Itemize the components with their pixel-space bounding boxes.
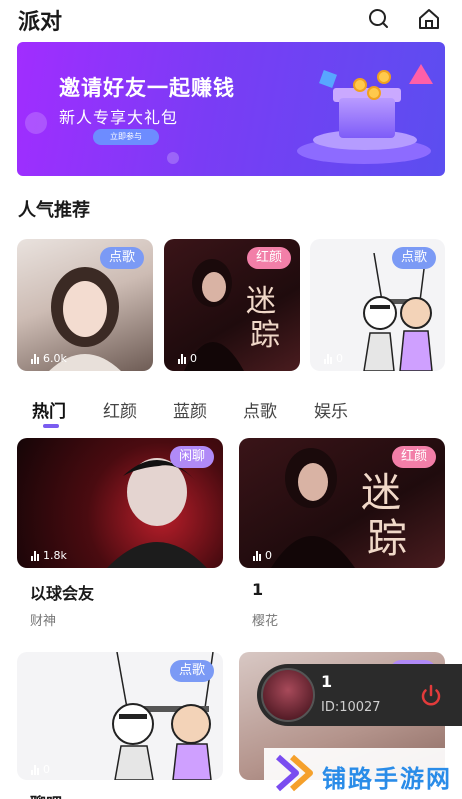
listener-count: 0 [178,352,197,365]
room-name[interactable]: 以球会友 [30,580,94,604]
room-avatar[interactable] [261,668,315,722]
bars-icon [31,764,39,775]
room-host: 财神 [30,614,57,629]
invite-banner[interactable]: 邀请好友一起赚钱 新人专享大礼包 立即参与 [17,42,445,176]
listener-count: 0 [324,352,343,365]
decor-triangle [409,64,433,84]
listener-count-value: 0 [336,352,343,365]
mini-player[interactable]: 1 ID:10027 [257,664,462,726]
tab-hot[interactable]: 热门 [32,397,66,422]
room-name[interactable]: 聊吧 [30,790,62,799]
category-tag: 点歌 [169,660,214,682]
decor-cube [319,70,337,88]
listener-count: 1.8k [31,549,67,562]
svg-text:迷: 迷 [361,470,401,516]
tab-entertainment[interactable]: 娱乐 [314,397,348,422]
listener-count-value: 0 [190,352,197,365]
banner-subtitle: 新人专享大礼包 [59,108,179,127]
watermark-logo [276,754,313,792]
bars-icon [31,353,39,364]
mini-player-id: ID:10027 [321,700,381,715]
listener-count: 6.0k [31,352,67,365]
search-icon[interactable] [366,6,392,32]
page-title: 派对 [18,10,63,35]
recommended-card[interactable]: 点歌 6.0k [17,239,153,371]
app-header: 派对 [0,0,462,40]
svg-text:踪: 踪 [250,318,280,353]
listener-count: 0 [31,763,50,776]
category-tag: 点歌 [391,247,436,269]
power-icon[interactable] [417,682,445,710]
room-card[interactable]: 闲聊 1.8k [17,438,223,568]
listener-count-value: 6.0k [43,352,67,365]
category-tag: 红颜 [246,247,291,269]
svg-text:迷: 迷 [246,284,276,319]
active-tab-indicator [43,424,59,428]
svg-text:踪: 踪 [367,516,407,562]
recommended-card[interactable]: 迷 踪 红颜 0 [164,239,300,371]
tab-song[interactable]: 点歌 [243,397,277,422]
room-host: 樱花 [252,614,279,629]
bars-icon [31,550,39,561]
recommended-row: 点歌 6.0k 迷 踪 红颜 0 点歌 0 [17,239,462,371]
listener-count: 0 [253,549,272,562]
tab-blue[interactable]: 蓝颜 [173,397,207,422]
listener-count-value: 0 [265,549,272,562]
coin-icon [377,70,391,84]
gift-box-icon [339,98,395,138]
cartoon-image [363,253,433,371]
listener-count-value: 0 [43,763,50,776]
bars-icon [324,353,332,364]
category-tag: 点歌 [99,247,144,269]
tab-red[interactable]: 红颜 [103,397,137,422]
room-card[interactable]: 迷 踪 红颜 0 [239,438,445,568]
decor-bubble [167,152,179,164]
watermark-text: 铺路手游网 [322,765,452,793]
site-watermark: 铺路手游网 [264,748,462,799]
room-card[interactable]: 点歌 0 [17,652,223,780]
category-tag: 闲聊 [169,446,214,468]
room-name[interactable]: 1 [252,580,263,599]
coin-icon [367,86,381,100]
section-title: 人气推荐 [18,200,90,221]
category-tag: 红颜 [391,446,436,468]
listener-count-value: 1.8k [43,549,67,562]
home-icon[interactable] [416,6,442,32]
category-tabs: 热门 红颜 蓝颜 点歌 娱乐 [0,394,462,434]
coin-icon [353,78,367,92]
mini-player-title: 1 [321,672,333,691]
decor-bubble [25,112,47,134]
banner-title: 邀请好友一起赚钱 [59,76,235,100]
bars-icon [178,353,186,364]
bars-icon [253,550,261,561]
join-now-button[interactable]: 立即参与 [93,129,159,145]
recommended-card[interactable]: 点歌 0 [310,239,445,371]
